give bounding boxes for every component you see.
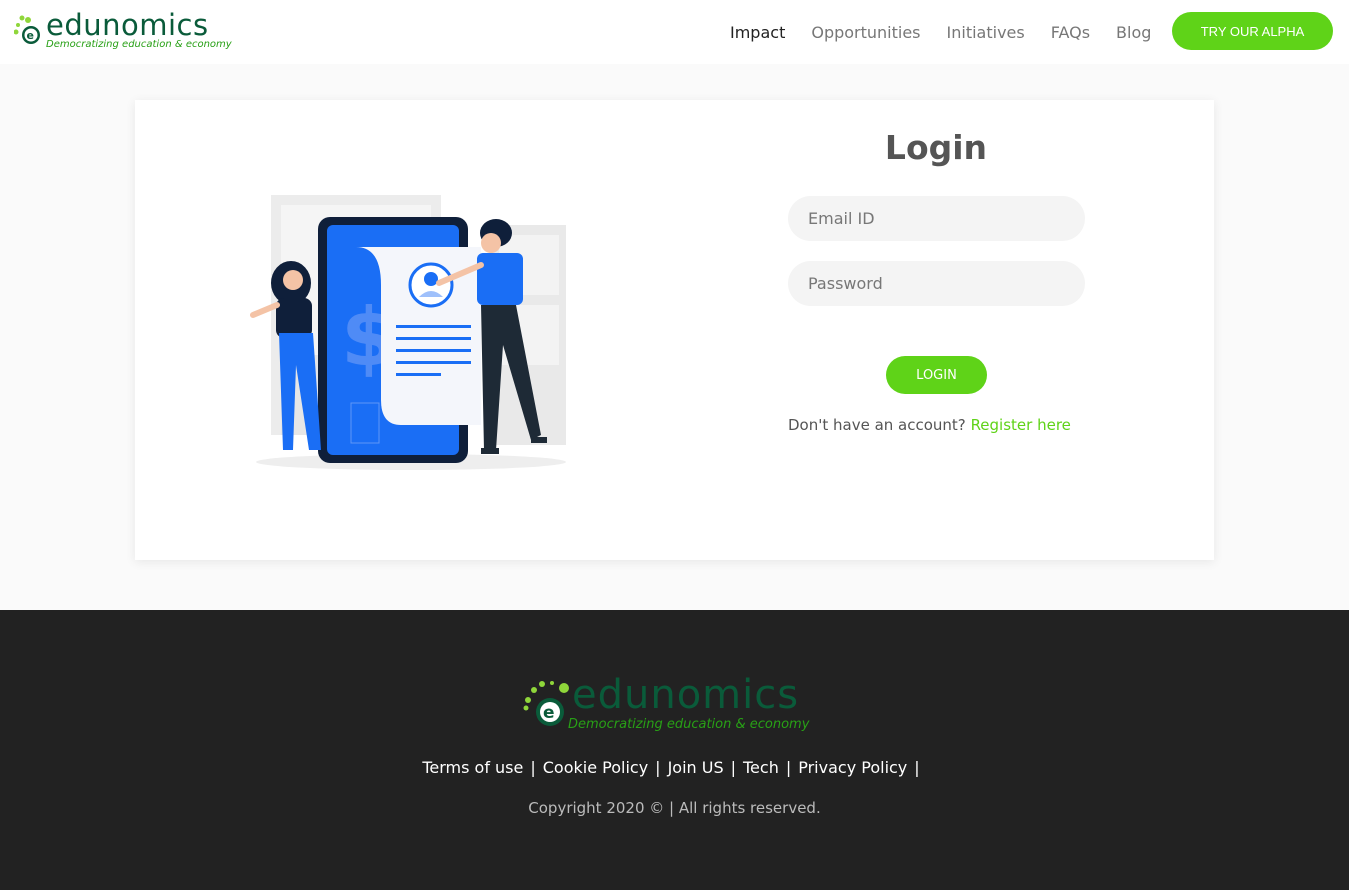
copyright-text: Copyright 2020 © | All rights reserved. <box>528 799 821 817</box>
nav-initiatives[interactable]: Initiatives <box>947 23 1025 42</box>
email-field[interactable] <box>788 196 1085 241</box>
footer-separator: | <box>530 758 536 777</box>
footer-link-tech[interactable]: Tech <box>743 758 779 777</box>
login-button[interactable]: LOGIN <box>886 356 987 394</box>
register-prompt: Don't have an account? <box>788 416 966 434</box>
footer-logo-mark-icon: e <box>523 681 569 726</box>
footer-separator: | <box>655 758 661 777</box>
logo-tagline: Democratizing education & economy <box>46 39 232 50</box>
nav-impact[interactable]: Impact <box>730 23 785 42</box>
footer-link-join[interactable]: Join US <box>668 758 724 777</box>
footer-separator: | <box>914 758 920 777</box>
main-nav: Impact Opportunities Initiatives FAQs Bl… <box>730 0 1177 64</box>
login-title: Login <box>884 128 988 167</box>
site-footer: e edunomics Democratizing education & ec… <box>0 610 1349 890</box>
nav-blog[interactable]: Blog <box>1116 23 1151 42</box>
footer-logo-wordmark: edunomics <box>572 672 800 718</box>
password-field[interactable] <box>788 261 1085 306</box>
register-row: Don't have an account? Register here <box>788 416 1088 434</box>
footer-logo-tagline: Democratizing education & economy <box>568 717 810 732</box>
footer-link-terms[interactable]: Terms of use <box>422 758 523 777</box>
nav-opportunities[interactable]: Opportunities <box>811 23 920 42</box>
footer-link-privacy[interactable]: Privacy Policy <box>798 758 907 777</box>
footer-separator: | <box>785 758 792 777</box>
login-illustration: $ <box>250 195 566 470</box>
svg-text:e: e <box>543 703 555 723</box>
login-card: $ Login LOGIN Don't have an account? Reg… <box>135 100 1214 560</box>
register-link[interactable]: Register here <box>971 416 1071 434</box>
footer-logo: e edunomics Democratizing education & ec… <box>522 672 832 740</box>
svg-text:e: e <box>27 29 34 42</box>
nav-faqs[interactable]: FAQs <box>1051 23 1090 42</box>
footer-links: Terms of use | Cookie Policy | Join US | Tech |… <box>0 758 1349 777</box>
try-alpha-button[interactable]: TRY OUR ALPHA <box>1172 12 1333 50</box>
brand-logo[interactable]: e edunomics Democratizing education & ec… <box>14 8 232 56</box>
logo-wordmark: edunomics <box>46 8 209 42</box>
logo-mark-icon: e <box>14 15 40 44</box>
footer-link-cookie[interactable]: Cookie Policy <box>543 758 648 777</box>
site-header: e edunomics Democratizing education & ec… <box>0 0 1349 64</box>
footer-separator: | <box>730 758 736 777</box>
